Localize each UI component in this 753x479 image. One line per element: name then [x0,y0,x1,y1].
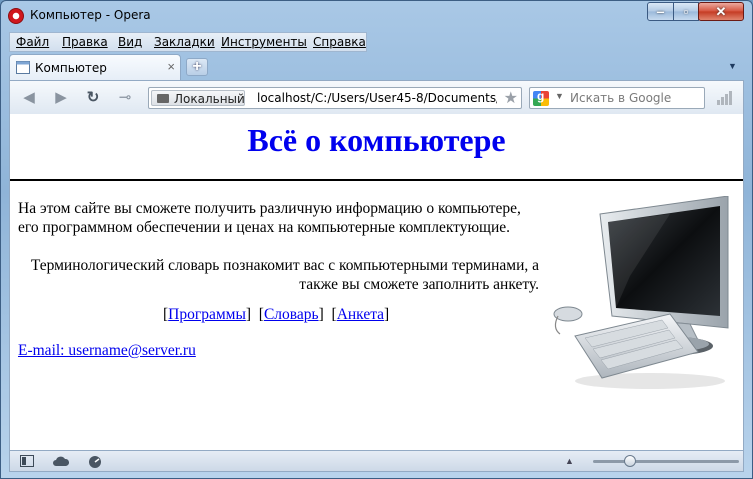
minimize-button[interactable]: ‒ [647,2,674,21]
new-tab-button[interactable]: + [186,58,208,76]
menu-bookmarks[interactable]: Закладки [154,35,215,49]
forward-icon[interactable]: ▶ [52,89,70,107]
turbo-icon[interactable] [88,455,102,469]
search-engine-dropdown-icon[interactable]: ▼ [555,91,564,101]
monitor-icon [157,94,169,103]
menu-help[interactable]: Справка [313,35,366,49]
key-icon[interactable]: ⊸ [114,89,136,107]
dictionary-paragraph: Терминологический словарь познакомит вас… [30,257,539,293]
opera-unite-icon[interactable] [53,455,69,467]
back-icon[interactable]: ◀ [20,89,38,107]
tab-label: Компьютер [35,61,107,75]
zoom-slider-thumb[interactable] [623,455,636,467]
speed-dial-icon[interactable] [716,89,734,105]
close-icon: ✕ [715,4,727,19]
maximize-icon: ▫ [683,4,689,19]
url-text[interactable]: localhost/C:/Users/User45-8/Documents/са… [257,91,497,105]
zoom-menu-icon[interactable]: ▲ [565,456,574,466]
link-programs[interactable]: Программы [168,306,246,323]
divider [10,179,743,181]
menu-view[interactable]: Вид [118,35,142,49]
page-content: Всё о компьютере На этом сайте вы сможет… [9,114,744,450]
window-title: Компьютер - Opera [30,8,151,22]
bookmark-star-icon[interactable]: ★ [504,88,518,108]
address-toolbar: ◀ ▶ ↻ ⊸ Локальный localhost/C:/Users/Use… [9,80,744,114]
zoom-slider[interactable] [593,460,739,463]
close-window-button[interactable]: ✕ [698,2,744,21]
link-survey[interactable]: Анкета [337,306,384,323]
browser-window: Компьютер - Opera ‒ ▫ ✕ Файл Правка Вид … [0,0,753,479]
menu-tools[interactable]: Инструменты [221,35,307,49]
minimize-icon: ‒ [656,4,665,19]
link-dictionary[interactable]: Словарь [264,306,319,323]
page-icon [16,61,30,74]
local-badge[interactable]: Локальный [151,90,245,106]
nav-links: [Программы] [Словарь] [Анкета] [163,306,390,323]
panel-toggle-icon[interactable] [20,455,34,467]
tab-close-icon[interactable]: × [167,59,175,74]
search-field[interactable]: ▼ Искать в Google [529,87,705,109]
menu-bar: Файл Правка Вид Закладки Инструменты Спр… [9,32,367,52]
tab-list-icon[interactable]: ▼ [728,61,737,71]
email-link[interactable]: E-mail: username@server.ru [18,342,196,360]
menu-file[interactable]: Файл [16,35,49,49]
page-title: Всё о компьютере [247,122,506,158]
search-placeholder: Искать в Google [570,91,672,105]
computer-image [553,196,729,389]
reload-icon[interactable]: ↻ [84,89,102,107]
local-badge-label: Локальный [174,92,245,106]
maximize-button[interactable]: ▫ [673,2,699,21]
google-icon[interactable] [533,89,549,106]
status-bar: ▲ [9,450,744,472]
tab-computer[interactable]: Компьютер × [9,54,181,80]
opera-logo-icon[interactable] [8,8,24,24]
address-field[interactable]: Локальный localhost/C:/Users/User45-8/Do… [148,87,522,109]
intro-paragraph: На этом сайте вы сможете получить различ… [18,200,521,236]
menu-edit[interactable]: Правка [62,35,108,49]
title-bar: Компьютер - Opera ‒ ▫ ✕ [1,1,752,31]
